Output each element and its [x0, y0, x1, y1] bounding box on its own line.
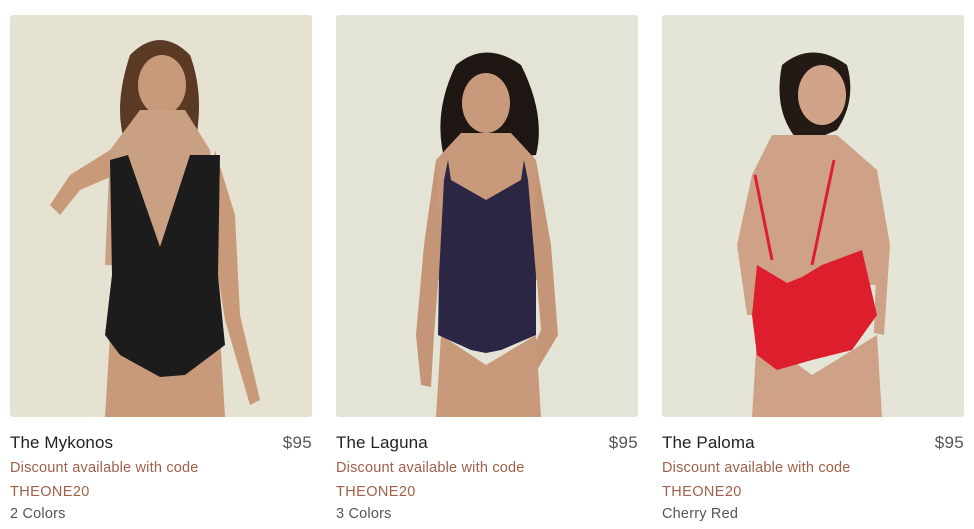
product-image-paloma[interactable] [662, 15, 964, 417]
product-price: $95 [934, 433, 964, 452]
product-name[interactable]: The Mykonos [10, 433, 113, 453]
discount-text: Discount available with code [662, 460, 851, 476]
product-card-paloma[interactable]: The Paloma $95 Discount available with c… [662, 15, 964, 523]
product-image-mykonos[interactable] [10, 15, 312, 417]
product-name[interactable]: The Laguna [336, 433, 428, 453]
discount-code: THEONE20 [10, 484, 90, 500]
product-card-mykonos[interactable]: The Mykonos $95 Discount available with … [10, 15, 312, 523]
color-count: 3 Colors [336, 506, 392, 522]
model-photo [336, 15, 638, 417]
product-image-laguna[interactable] [336, 15, 638, 417]
product-grid: The Mykonos $95 Discount available with … [0, 0, 974, 529]
discount-code: THEONE20 [336, 484, 416, 500]
model-photo [662, 15, 964, 417]
discount-code: THEONE20 [662, 484, 742, 500]
product-card-laguna[interactable]: The Laguna $95 Discount available with c… [336, 15, 638, 523]
model-photo [10, 15, 312, 417]
product-price: $95 [282, 433, 312, 452]
product-price: $95 [608, 433, 638, 452]
discount-text: Discount available with code [336, 460, 525, 476]
product-name[interactable]: The Paloma [662, 433, 755, 453]
color-count: 2 Colors [10, 506, 66, 522]
discount-text: Discount available with code [10, 460, 199, 476]
color-name: Cherry Red [662, 506, 739, 522]
